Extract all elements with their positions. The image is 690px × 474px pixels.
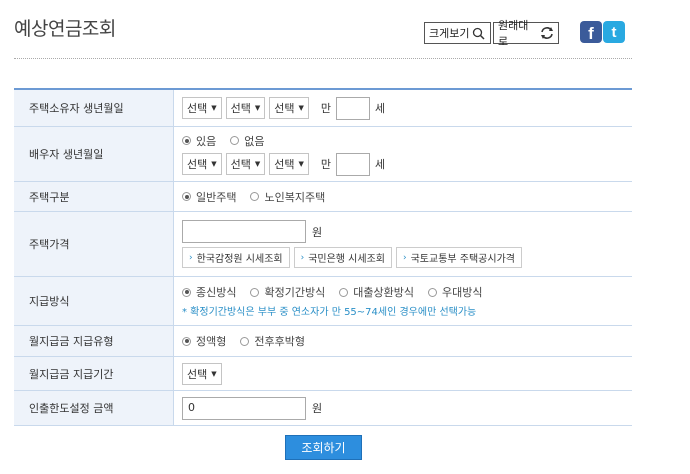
owner-age-prefix: 만 [320, 102, 332, 115]
house-type-normal-radio[interactable]: 일반주택 [182, 189, 236, 205]
house-price-label: 주택가격 [14, 212, 174, 276]
house-price-input[interactable] [182, 220, 306, 243]
payment-fixed-term-radio[interactable]: 확정기간방식 [250, 284, 325, 300]
zoom-in-label: 크게보기 [429, 27, 470, 40]
kab-price-lookup-button[interactable]: › 한국감정원 시세조회 [182, 247, 290, 268]
row-house-price: 주택가격 원 › 한국감정원 시세조회 › 국민은행 시세조회 › 국토교통부 주택공… [14, 212, 632, 277]
house-type-elderly-radio[interactable]: 노인복지주택 [250, 189, 325, 205]
spouse-birth-month-select[interactable]: 선택 ▼ [225, 153, 266, 175]
owner-birth-day-select[interactable]: 선택 ▼ [269, 97, 309, 119]
row-monthly-type: 월지급금 지급유형 정액형 전후후박형 [14, 326, 632, 357]
radio-checked-icon [182, 336, 191, 346]
payment-loan-repay-radio[interactable]: 대출상환방식 [339, 284, 414, 300]
owner-birth-label: 주택소유자 생년월일 [14, 90, 174, 126]
owner-age-input[interactable] [336, 96, 371, 120]
monthly-period-select[interactable]: 선택 ▼ [182, 362, 222, 385]
owner-birth-month-select[interactable]: 선택 ▼ [225, 97, 266, 119]
monthly-type-label: 월지급금 지급유형 [14, 326, 174, 356]
house-type-label: 주택구분 [14, 182, 174, 211]
refresh-icon [540, 26, 554, 40]
arrow-right-icon: › [189, 252, 193, 263]
owner-age-suffix: 세 [375, 102, 386, 115]
withdraw-limit-input[interactable]: 0 [182, 396, 306, 420]
row-spouse-birth: 배우자 생년월일 있음 없음 선택 ▼ 선택 ▼ 선택 ▼ 만 세 [14, 127, 632, 182]
withdraw-limit-unit: 원 [312, 402, 323, 415]
payment-preferential-radio[interactable]: 우대방식 [427, 284, 482, 300]
monthly-fixed-radio[interactable]: 정액형 [182, 333, 226, 349]
spouse-age-input[interactable] [336, 152, 371, 176]
spouse-birth-year-select[interactable]: 선택 ▼ [182, 153, 222, 175]
zoom-in-button[interactable]: 크게보기 [424, 22, 491, 44]
radio-checked-icon [182, 192, 191, 201]
radio-unchecked-icon [250, 287, 260, 297]
monthly-period-label: 월지급금 지급기간 [14, 357, 174, 390]
twitter-share-icon[interactable]: t [603, 21, 625, 43]
payment-method-label: 지급방식 [14, 277, 174, 325]
row-monthly-period: 월지급금 지급기간 선택 ▼ [14, 357, 632, 391]
payment-method-note: * 확정기간방식은 부부 중 연소자가 만 55~74세인 경우에만 선택가능 [182, 307, 477, 318]
spouse-no-radio[interactable]: 없음 [230, 133, 265, 149]
page-title: 예상연금조회 [14, 18, 116, 40]
molit-price-lookup-button[interactable]: › 국토교통부 주택공시가격 [395, 247, 522, 268]
payment-lifetime-radio[interactable]: 종신방식 [182, 284, 236, 300]
spouse-birth-label: 배우자 생년월일 [14, 127, 174, 181]
radio-unchecked-icon [250, 192, 260, 201]
radio-unchecked-icon [339, 287, 349, 297]
owner-birth-year-select[interactable]: 선택 ▼ [182, 97, 222, 119]
row-payment-method: 지급방식 종신방식 확정기간방식 대출상환방식 우대방식 * 확정기간방식은 부… [14, 277, 632, 326]
title-divider [14, 58, 632, 59]
arrow-right-icon: › [402, 252, 407, 263]
spouse-age-prefix: 만 [320, 158, 332, 171]
magnifier-icon [472, 27, 486, 40]
facebook-share-icon[interactable]: f [580, 21, 602, 43]
reset-size-label: 원래대로 [498, 19, 529, 48]
kb-price-lookup-button[interactable]: › 국민은행 시세조회 [293, 247, 392, 268]
reset-size-button[interactable]: 원래대로 [493, 19, 559, 48]
monthly-front-loaded-radio[interactable]: 전후후박형 [240, 333, 305, 349]
spouse-birth-day-select[interactable]: 선택 ▼ [269, 153, 309, 175]
row-house-type: 주택구분 일반주택 노인복지주택 [14, 182, 632, 212]
row-withdraw-limit: 인출한도설정 금액 0 원 [14, 391, 632, 426]
row-owner-birth: 주택소유자 생년월일 선택 ▼ 선택 ▼ 선택 ▼ 만 세 [14, 90, 632, 127]
radio-checked-icon [182, 287, 191, 297]
radio-checked-icon [182, 136, 191, 145]
radio-unchecked-icon [427, 287, 437, 297]
spouse-yes-radio[interactable]: 있음 [182, 133, 216, 149]
spouse-age-suffix: 세 [375, 158, 386, 171]
submit-button[interactable]: 조회하기 [285, 435, 362, 460]
withdraw-limit-label: 인출한도설정 금액 [14, 391, 174, 425]
radio-unchecked-icon [240, 336, 250, 346]
arrow-right-icon: › [300, 252, 305, 263]
pension-form-table: 주택소유자 생년월일 선택 ▼ 선택 ▼ 선택 ▼ 만 세 배우자 생년월일 있음 없… [14, 88, 632, 426]
radio-unchecked-icon [230, 136, 240, 145]
house-price-unit: 원 [312, 225, 323, 239]
